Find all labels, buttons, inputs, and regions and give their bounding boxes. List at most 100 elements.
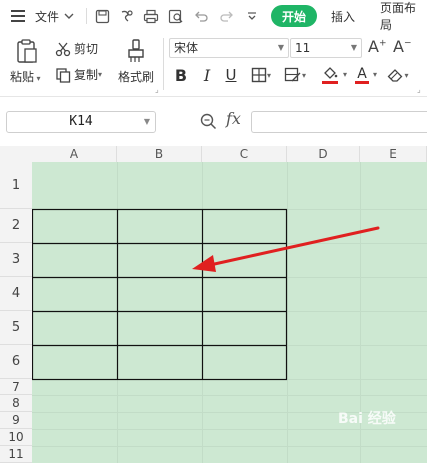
watermark-text: Bai 经验	[338, 411, 396, 427]
eraser-icon	[388, 68, 403, 82]
font-group-launcher[interactable]: ⌟	[417, 85, 421, 94]
column-header-b[interactable]: B	[117, 146, 202, 162]
row-header-9[interactable]: 9	[0, 412, 32, 429]
print-preview-button[interactable]	[168, 0, 184, 32]
print-button[interactable]	[143, 0, 159, 32]
font-color-button[interactable]: A	[352, 65, 372, 85]
fill-color-button[interactable]	[316, 65, 344, 85]
paste-button[interactable]	[14, 38, 40, 64]
chevron-down-icon: ▼	[277, 43, 284, 52]
formula-bar: K14 ▼ fx	[0, 96, 427, 146]
paint-bucket-icon	[324, 66, 338, 79]
clear-button[interactable]: ▾	[384, 65, 412, 85]
chevron-down-icon: ▼	[350, 43, 357, 52]
cut-button[interactable]: 剪切	[55, 40, 98, 57]
bold-button[interactable]: B	[172, 65, 190, 85]
copy-label: 复制	[74, 68, 99, 82]
row-headers: 1 2 3 4 5 6 7 8 9 10 11	[0, 162, 32, 463]
cell-style-button[interactable]: ▾	[281, 65, 309, 85]
row-header-8[interactable]: 8	[0, 395, 32, 412]
format-painter-label-wrap: 格式刷	[118, 68, 154, 85]
insert-function-button[interactable]: fx	[226, 109, 241, 128]
menu-icon	[11, 10, 25, 22]
column-headers: A B C D E	[32, 146, 427, 162]
file-menu[interactable]: 文件	[35, 0, 75, 32]
undo-button[interactable]	[194, 0, 209, 32]
borders-button[interactable]: ▾	[248, 65, 274, 85]
fill-color-dropdown[interactable]: ▾	[343, 70, 347, 79]
tab-page-layout-label: 页面布局	[380, 1, 417, 32]
decrease-font-button[interactable]: A−	[393, 37, 412, 56]
font-color-dropdown[interactable]: ▾	[373, 70, 377, 79]
increase-font-glyph: A	[368, 37, 379, 56]
print-preview-icon	[168, 9, 183, 23]
copy-icon	[56, 67, 71, 83]
customize-toolbar-button[interactable]	[246, 0, 258, 32]
paste-label-wrap[interactable]: 粘贴 ▾	[10, 68, 41, 85]
italic-button[interactable]: I	[198, 65, 216, 85]
row-header-7[interactable]: 7	[0, 379, 32, 395]
save-icon	[95, 9, 110, 23]
font-name-value: 宋体	[174, 41, 199, 55]
font-name-select[interactable]: 宋体 ▼	[169, 38, 289, 58]
export-icon	[121, 9, 133, 22]
export-button[interactable]	[119, 0, 134, 32]
font-color-glyph: A	[357, 65, 367, 82]
print-icon	[143, 9, 159, 23]
chevron-down-icon	[64, 13, 74, 19]
bordered-table	[32, 208, 288, 381]
separator	[163, 38, 164, 90]
tab-page-layout[interactable]: 页面布局	[380, 0, 427, 32]
fx-label: fx	[226, 109, 241, 128]
format-painter-label: 格式刷	[118, 70, 155, 84]
formula-input[interactable]	[251, 111, 427, 133]
column-header-a[interactable]: A	[32, 146, 117, 162]
name-box[interactable]: K14 ▼	[6, 111, 156, 133]
redo-button[interactable]	[219, 0, 234, 32]
select-all-corner[interactable]	[0, 146, 32, 162]
font-size-value: 11	[295, 41, 311, 55]
font-color-swatch	[355, 80, 369, 84]
column-header-c[interactable]: C	[202, 146, 287, 162]
underline-button[interactable]: U	[222, 65, 240, 85]
row-header-5[interactable]: 5	[0, 311, 32, 345]
magnifier-icon	[200, 113, 217, 130]
save-button[interactable]	[95, 0, 110, 32]
red-arrow-annotation	[192, 226, 380, 272]
zoom-function-button[interactable]	[200, 113, 217, 133]
increase-font-button[interactable]: A+	[368, 37, 387, 56]
tab-insert[interactable]: 插入	[331, 0, 355, 32]
font-size-select[interactable]: 11 ▼	[290, 38, 362, 58]
hamburger-menu[interactable]	[10, 0, 26, 32]
row-header-2[interactable]: 2	[0, 209, 32, 243]
column-header-d[interactable]: D	[287, 146, 360, 162]
watermark: Bai 经验	[338, 408, 396, 428]
dropdown-arrow-icon	[248, 12, 256, 20]
italic-glyph: I	[203, 65, 211, 85]
column-header-e[interactable]: E	[360, 146, 427, 162]
borders-icon	[251, 67, 267, 83]
fill-shape-icon	[284, 67, 301, 82]
row-header-3[interactable]: 3	[0, 243, 32, 277]
decrease-font-glyph: A	[393, 37, 404, 56]
row-header-1[interactable]: 1	[0, 162, 32, 209]
menu-bar: 文件 开始 插入 页面布局	[0, 0, 427, 32]
clipboard-icon	[17, 39, 37, 63]
paste-label: 粘贴	[10, 70, 35, 84]
tab-home-label: 开始	[281, 9, 306, 24]
cut-label: 剪切	[74, 42, 99, 56]
format-painter-button[interactable]	[124, 38, 148, 64]
name-box-value: K14	[69, 114, 93, 129]
bold-glyph: B	[174, 65, 188, 85]
copy-button[interactable]: 复制 ▾	[55, 66, 102, 83]
row-header-10[interactable]: 10	[0, 429, 32, 446]
paintbrush-icon	[128, 39, 144, 62]
row-header-4[interactable]: 4	[0, 277, 32, 311]
row-header-6[interactable]: 6	[0, 345, 32, 379]
separator	[86, 8, 87, 24]
clipboard-group-launcher[interactable]: ⌟	[155, 85, 159, 94]
tab-insert-label: 插入	[331, 9, 356, 24]
scissors-icon	[55, 42, 71, 56]
tab-home[interactable]: 开始	[271, 5, 317, 27]
row-header-11[interactable]: 11	[0, 446, 32, 463]
